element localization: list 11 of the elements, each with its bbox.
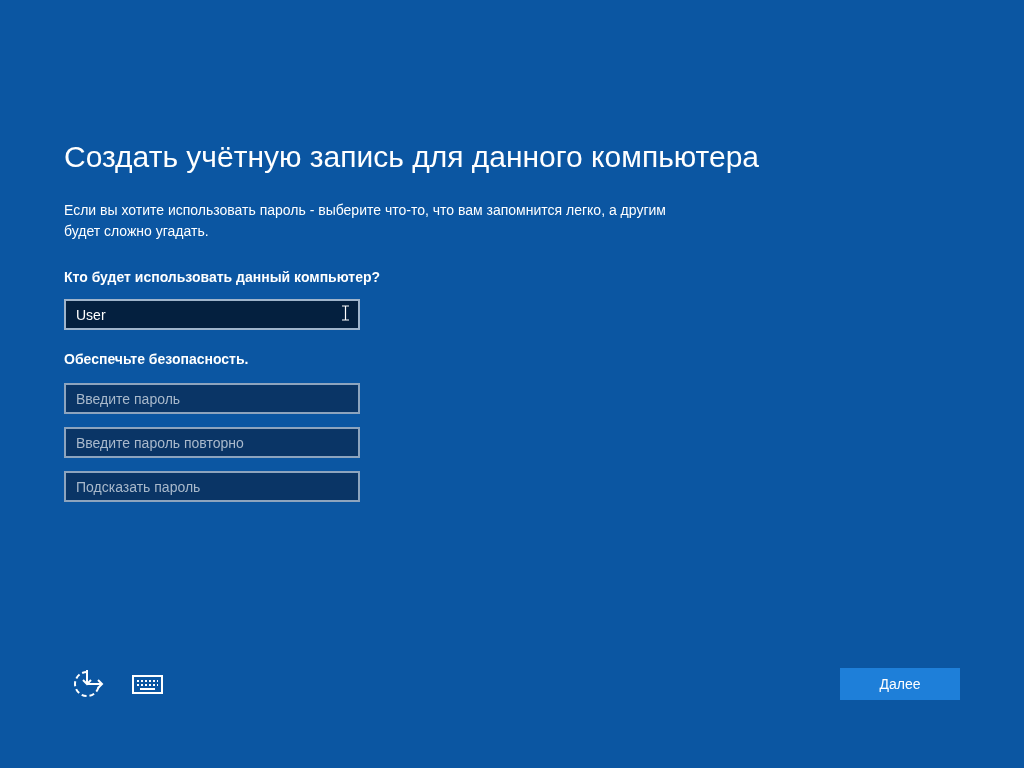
password-field[interactable]: Введите пароль повторно [64,427,360,458]
password-field[interactable]: Подсказать пароль [64,471,360,502]
page-title: Создать учётную запись для данного компьютера [64,139,760,175]
next-button[interactable]: Далее [840,668,960,700]
user-question-label: Кто будет использовать данный компьютер? [64,268,381,287]
keyboard-icon[interactable] [132,674,163,694]
password-field[interactable]: Введите пароль [64,383,360,414]
description-text: Если вы хотите использовать пароль - выберите что-то, что вам запомнится легко, а другим будет сложно угадать. [64,201,667,241]
username-field[interactable]: User [64,299,360,330]
security-label: Обеспечьте безопасность. [64,350,249,369]
text-cursor-icon [341,305,350,321]
